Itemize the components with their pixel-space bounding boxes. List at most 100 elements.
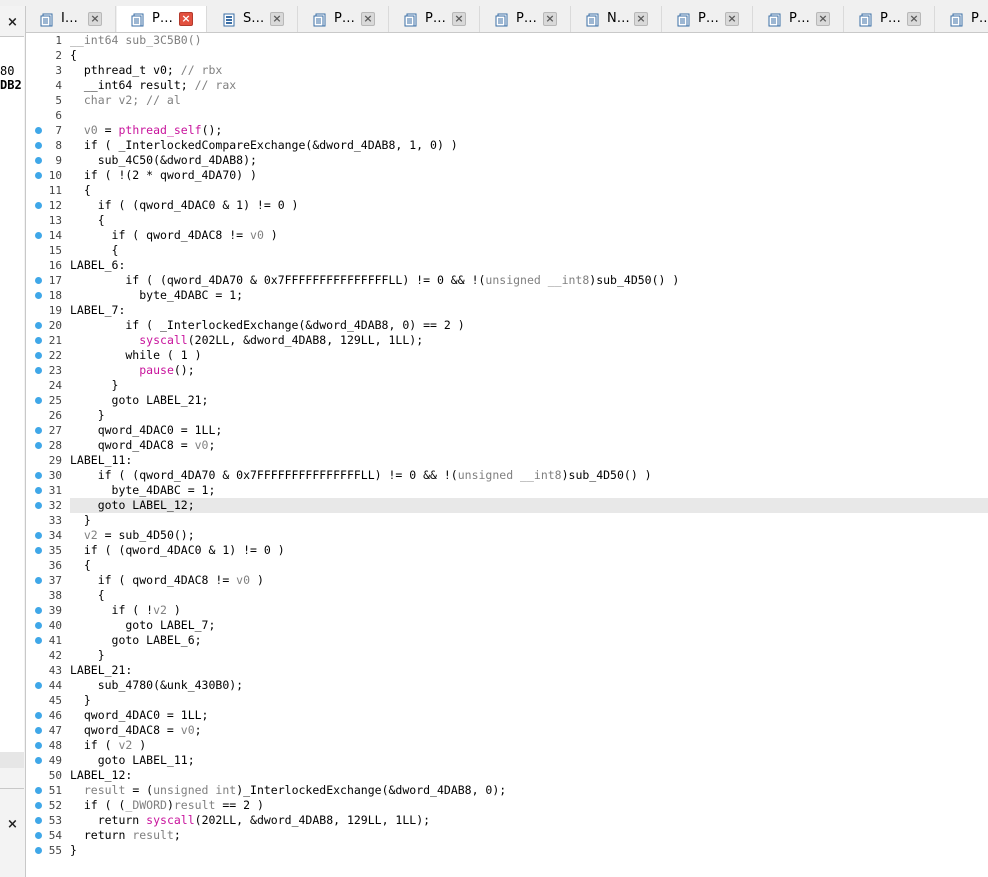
tab-1[interactable]: I… × (26, 6, 116, 32)
tab-6[interactable]: P… × (481, 6, 571, 32)
tab-close-icon[interactable]: × (816, 12, 830, 26)
tab-close-icon[interactable]: × (907, 12, 921, 26)
breakpoint-dot-icon[interactable] (35, 292, 42, 299)
code-line[interactable]: return result; (70, 828, 988, 843)
breakpoint-dot-icon[interactable] (35, 607, 42, 614)
breakpoint-dot-icon[interactable] (35, 127, 42, 134)
code-line[interactable]: qword_4DAC8 = v0; (70, 438, 988, 453)
tab-7[interactable]: N… × (572, 6, 662, 32)
code-line[interactable]: v2 = sub_4D50(); (70, 528, 988, 543)
tab-8[interactable]: P… × (663, 6, 753, 32)
code-line[interactable]: qword_4DAC0 = 1LL; (70, 423, 988, 438)
code-line[interactable]: if ( qword_4DAC8 != v0 ) (70, 573, 988, 588)
code-line[interactable]: result = (unsigned int)_InterlockedExcha… (70, 783, 988, 798)
code-line[interactable]: goto LABEL_21; (70, 393, 988, 408)
breakpoint-dot-icon[interactable] (35, 322, 42, 329)
code-line[interactable]: pthread_t v0; // rbx (70, 63, 988, 78)
tab-close-icon[interactable]: × (452, 12, 466, 26)
tab-close-icon[interactable]: × (179, 12, 193, 26)
breakpoint-dot-icon[interactable] (35, 817, 42, 824)
tab-5[interactable]: P… × (390, 6, 480, 32)
code-line[interactable]: if ( _InterlockedCompareExchange(&dword_… (70, 138, 988, 153)
breakpoint-dot-icon[interactable] (35, 277, 42, 284)
code-line[interactable]: } (70, 648, 988, 663)
breakpoint-dot-icon[interactable] (35, 472, 42, 479)
breakpoint-dot-icon[interactable] (35, 577, 42, 584)
code-line[interactable]: if ( (qword_4DA70 & 0x7FFFFFFFFFFFFFFFLL… (70, 273, 988, 288)
tab-4[interactable]: P… × (299, 6, 389, 32)
code-line[interactable]: syscall(202LL, &dword_4DAB8, 129LL, 1LL)… (70, 333, 988, 348)
code-line[interactable]: if ( _InterlockedExchange(&dword_4DAB8, … (70, 318, 988, 333)
breakpoint-dot-icon[interactable] (35, 367, 42, 374)
code-line[interactable]: v0 = pthread_self(); (70, 123, 988, 138)
code-line[interactable]: LABEL_21: (70, 663, 988, 678)
tab-close-icon[interactable]: × (270, 12, 284, 26)
code-line[interactable]: } (70, 378, 988, 393)
code-line[interactable]: qword_4DAC0 = 1LL; (70, 708, 988, 723)
code-line[interactable]: goto LABEL_7; (70, 618, 988, 633)
breakpoint-dot-icon[interactable] (35, 802, 42, 809)
breakpoint-dot-icon[interactable] (35, 202, 42, 209)
code-line[interactable]: goto LABEL_12; (70, 498, 988, 513)
code-line[interactable]: { (70, 213, 988, 228)
breakpoint-dot-icon[interactable] (35, 727, 42, 734)
code-line[interactable]: if ( qword_4DAC8 != v0 ) (70, 228, 988, 243)
breakpoint-dot-icon[interactable] (35, 682, 42, 689)
left-panel-close-bottom-icon[interactable]: × (0, 812, 25, 838)
tab-close-icon[interactable]: × (88, 12, 102, 26)
code-line[interactable]: LABEL_7: (70, 303, 988, 318)
code-line[interactable]: } (70, 693, 988, 708)
breakpoint-dot-icon[interactable] (35, 532, 42, 539)
code-line[interactable]: { (70, 588, 988, 603)
breakpoint-dot-icon[interactable] (35, 757, 42, 764)
breakpoint-dot-icon[interactable] (35, 427, 42, 434)
code-line[interactable]: if ( !(2 * qword_4DA70) ) (70, 168, 988, 183)
tab-10[interactable]: P… × (845, 6, 935, 32)
left-panel-scrollbar[interactable] (0, 752, 24, 768)
code-line[interactable]: } (70, 513, 988, 528)
tab-2[interactable]: P… × (117, 6, 207, 32)
breakpoint-dot-icon[interactable] (35, 352, 42, 359)
breakpoint-dot-icon[interactable] (35, 832, 42, 839)
code-line[interactable]: if ( !v2 ) (70, 603, 988, 618)
code-line[interactable]: goto LABEL_11; (70, 753, 988, 768)
tab-9[interactable]: P… × (754, 6, 844, 32)
code-line[interactable]: char v2; // al (70, 93, 988, 108)
code-line[interactable]: if ( (qword_4DAC0 & 1) != 0 ) (70, 198, 988, 213)
code-line[interactable]: LABEL_11: (70, 453, 988, 468)
code-line[interactable]: LABEL_12: (70, 768, 988, 783)
breakpoint-dot-icon[interactable] (35, 397, 42, 404)
code-line[interactable]: sub_4C50(&dword_4DAB8); (70, 153, 988, 168)
code-line[interactable]: pause(); (70, 363, 988, 378)
breakpoint-dot-icon[interactable] (35, 847, 42, 854)
code-line[interactable]: { (70, 243, 988, 258)
code-line[interactable]: { (70, 183, 988, 198)
code-line[interactable]: byte_4DABC = 1; (70, 483, 988, 498)
breakpoint-dot-icon[interactable] (35, 502, 42, 509)
breakpoint-dot-icon[interactable] (35, 232, 42, 239)
breakpoint-dot-icon[interactable] (35, 487, 42, 494)
code-line[interactable] (70, 108, 988, 123)
code-line[interactable]: } (70, 408, 988, 423)
tab-3[interactable]: S… × (208, 6, 298, 32)
code-line[interactable]: } (70, 843, 988, 858)
breakpoint-dot-icon[interactable] (35, 142, 42, 149)
tab-close-icon[interactable]: × (543, 12, 557, 26)
code-line[interactable]: sub_4780(&unk_430B0); (70, 678, 988, 693)
breakpoint-dot-icon[interactable] (35, 742, 42, 749)
breakpoint-dot-icon[interactable] (35, 157, 42, 164)
breakpoint-dot-icon[interactable] (35, 622, 42, 629)
breakpoint-dot-icon[interactable] (35, 172, 42, 179)
pseudocode-editor[interactable]: 1 2 3 4 5 6 7 8 9 10 11 12 13 14 15 16 17 18 19 20 21 22 23 24 2… (26, 33, 988, 877)
code-line[interactable]: goto LABEL_6; (70, 633, 988, 648)
code-line[interactable]: qword_4DAC8 = v0; (70, 723, 988, 738)
code-line[interactable]: if ( (qword_4DAC0 & 1) != 0 ) (70, 543, 988, 558)
code-line[interactable]: if ( (qword_4DA70 & 0x7FFFFFFFFFFFFFFFLL… (70, 468, 988, 483)
breakpoint-dot-icon[interactable] (35, 787, 42, 794)
left-panel-close-icon[interactable]: × (0, 10, 25, 36)
code-line[interactable]: byte_4DABC = 1; (70, 288, 988, 303)
tab-11[interactable]: P…× (936, 6, 988, 32)
tab-close-icon[interactable]: × (725, 12, 739, 26)
breakpoint-dot-icon[interactable] (35, 637, 42, 644)
code-line[interactable]: { (70, 48, 988, 63)
